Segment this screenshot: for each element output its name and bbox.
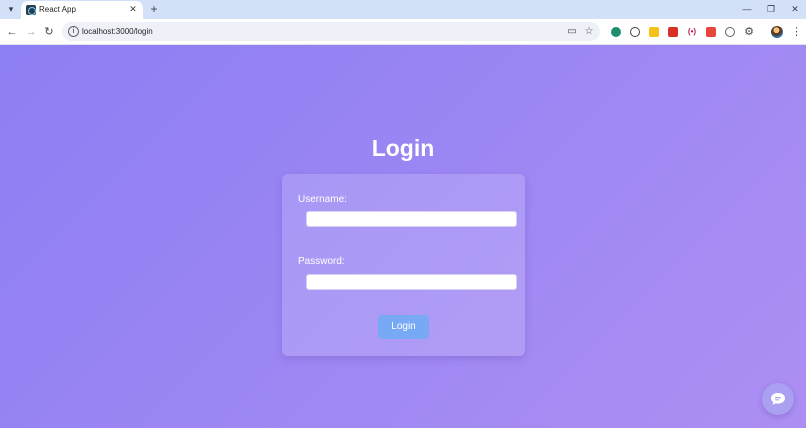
tab-title: React App [39, 5, 76, 14]
address-bar[interactable]: i localhost:3000/login ▭ ☆ [62, 22, 600, 41]
browser-toolbar: ← → ↻ i localhost:3000/login ▭ ☆ (•) ⚙ ⋮ [0, 19, 806, 45]
arrow-right-icon[interactable]: → [24, 25, 38, 39]
star-icon[interactable]: ☆ [583, 25, 595, 38]
username-label: Username: [298, 194, 347, 205]
restore-icon[interactable]: ❐ [764, 2, 778, 16]
extension-green-icon[interactable] [611, 27, 621, 37]
close-icon[interactable]: ✕ [127, 3, 139, 16]
puzzle-icon[interactable]: ⚙ [743, 25, 755, 39]
extension-pdf-icon[interactable] [668, 27, 678, 37]
chevron-down-icon[interactable]: ▾ [4, 3, 18, 16]
extension-orange-icon[interactable] [706, 27, 716, 37]
minimize-icon[interactable]: — [740, 2, 754, 16]
react-favicon-icon [26, 5, 36, 15]
password-label: Password: [298, 256, 345, 267]
arrow-left-icon[interactable]: ← [5, 25, 19, 39]
kebab-menu-icon[interactable]: ⋮ [791, 25, 802, 39]
page-viewport: Login Username: Password: Login [0, 45, 806, 428]
username-input[interactable] [306, 211, 517, 227]
login-button[interactable]: Login [378, 315, 429, 339]
extension-yellow-icon[interactable] [649, 27, 659, 37]
extension-pink-icon[interactable]: (•) [687, 27, 697, 37]
plus-icon[interactable]: + [148, 2, 160, 16]
page-title: Login [371, 135, 435, 161]
login-form: Username: Password: Login [282, 174, 525, 356]
extension-play-icon[interactable] [630, 27, 640, 37]
tab-react-app[interactable]: React App ✕ [21, 1, 143, 19]
profile-avatar[interactable] [771, 26, 783, 38]
url-text[interactable]: localhost:3000/login [82, 25, 153, 38]
password-input[interactable] [306, 274, 517, 290]
reload-icon[interactable]: ↻ [42, 25, 56, 39]
window-close-icon[interactable]: ✕ [788, 2, 802, 16]
chat-button[interactable] [762, 383, 794, 415]
extension-gray-icon[interactable] [725, 27, 735, 37]
chat-bubble-icon [771, 393, 785, 405]
info-icon[interactable]: i [68, 26, 79, 37]
install-app-icon[interactable]: ▭ [566, 25, 578, 38]
tab-strip: ▾ React App ✕ + — ❐ ✕ [0, 0, 806, 19]
